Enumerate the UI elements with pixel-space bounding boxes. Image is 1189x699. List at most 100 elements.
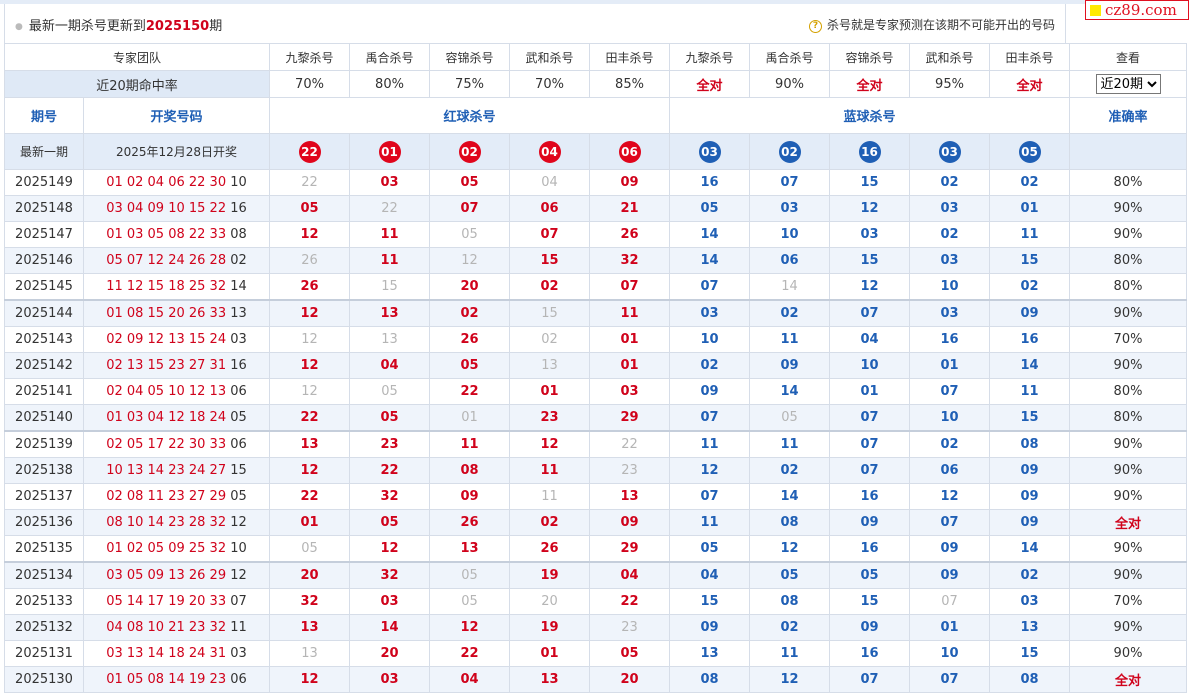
blue-kill-cell: 09 <box>989 483 1070 510</box>
hit-rate-label: 近20期命中率 <box>4 70 270 98</box>
red-kill-cell: 12 <box>349 535 430 563</box>
red-kill-cell: 22 <box>429 640 510 667</box>
table-row: 2025140 01 03 04 12 18 24 05 22 05 01 23 29 07 0… <box>4 404 1187 432</box>
blue-kill-cell: 07 <box>669 483 750 510</box>
blue-kill-cell: 07 <box>909 588 990 615</box>
red-kill-cell: 26 <box>269 247 350 274</box>
red-kill-cell: 20 <box>509 588 590 615</box>
blue-kill-cell: 06 <box>749 247 830 274</box>
issue-cell: 2025131 <box>4 640 84 667</box>
draw-numbers-cell: 01 02 04 06 22 30 10 <box>83 169 270 196</box>
blue-kill-cell: 07 <box>829 404 910 432</box>
red-kill-cell: 01 <box>589 326 670 353</box>
blue-kill-cell: 05 <box>749 404 830 432</box>
issue-cell: 2025134 <box>4 561 84 589</box>
blue-kill-cell: 03 <box>669 299 750 327</box>
red-kill-cell: 23 <box>589 457 670 484</box>
issue-cell: 2025130 <box>4 666 84 693</box>
red-draw-numbers: 01 05 08 14 19 23 <box>106 672 227 687</box>
blue-kill-cell: 14 <box>749 483 830 510</box>
issue-cell: 2025147 <box>4 221 84 248</box>
red-kill-cell: 21 <box>589 195 670 222</box>
accuracy-cell: 90% <box>1069 535 1187 563</box>
latest-issue-row: 最新一期 2025年12月28日开奖 22 01 02 04 06 03 02 16 03 05 <box>4 133 1187 170</box>
red-kill-cell: 07 <box>509 221 590 248</box>
accuracy-cell: 80% <box>1069 273 1187 301</box>
question-icon[interactable]: ? <box>808 20 822 33</box>
period-select[interactable]: 近20期 <box>1095 74 1161 94</box>
blue-draw-number: 14 <box>230 279 247 294</box>
expert-name: 禹合杀号 <box>749 43 830 71</box>
hit-rate-cell: 95% <box>909 70 990 98</box>
latest-update-text: ● 最新一期杀号更新到2025150期 <box>15 19 223 34</box>
red-kill-cell: 26 <box>269 273 350 301</box>
draw-numbers-cell: 05 14 17 19 20 33 07 <box>83 588 270 615</box>
red-kill-cell: 12 <box>269 666 350 693</box>
blue-kill-cell: 09 <box>989 299 1070 327</box>
table-row: 2025135 01 02 05 09 25 32 10 05 12 13 26 29 05 1… <box>4 535 1187 563</box>
blue-kill-cell: 15 <box>669 588 750 615</box>
draw-numbers-cell: 03 04 09 10 15 22 16 <box>83 195 270 222</box>
draw-numbers-cell: 08 10 14 23 28 32 12 <box>83 509 270 536</box>
blue-kill-cell: 02 <box>749 457 830 484</box>
red-kill-cell: 07 <box>429 195 510 222</box>
red-kill-cell: 22 <box>269 483 350 510</box>
red-kill-cell: 15 <box>509 247 590 274</box>
red-draw-numbers: 01 03 04 12 18 24 <box>106 410 227 425</box>
blue-kill-cell: 09 <box>829 509 910 536</box>
issue-cell: 2025138 <box>4 457 84 484</box>
blue-kill-cell: 10 <box>909 640 990 667</box>
blue-kill-cell: 07 <box>669 404 750 432</box>
draw-numbers-cell: 01 03 04 12 18 24 05 <box>83 404 270 432</box>
red-kill-cell: 26 <box>589 221 670 248</box>
table-row: 2025130 01 05 08 14 19 23 06 12 03 04 13 20 08 1… <box>4 666 1187 693</box>
blue-draw-number: 12 <box>230 568 247 583</box>
red-kill-cell: 05 <box>429 221 510 248</box>
latest-blue-kill-cell: 05 <box>989 133 1070 170</box>
site-logo[interactable]: cz89.com <box>1085 0 1189 20</box>
blue-kill-cell: 07 <box>909 378 990 405</box>
blue-kill-cell: 16 <box>989 326 1070 353</box>
blue-kill-cell: 10 <box>669 326 750 353</box>
blue-draw-number: 03 <box>230 332 247 347</box>
red-kill-cell: 02 <box>429 299 510 327</box>
blue-kill-cell: 03 <box>989 588 1070 615</box>
issue-cell: 2025145 <box>4 273 84 301</box>
view-label: 查看 <box>1069 43 1187 71</box>
expert-name: 武和杀号 <box>509 43 590 71</box>
draw-numbers-cell: 01 03 05 08 22 33 08 <box>83 221 270 248</box>
draw-numbers-cell: 02 05 17 22 30 33 06 <box>83 430 270 458</box>
draw-numbers-cell: 01 05 08 14 19 23 06 <box>83 666 270 693</box>
red-kill-cell: 20 <box>429 273 510 301</box>
red-draw-numbers: 05 07 12 24 26 28 <box>106 253 227 268</box>
red-kill-cell: 32 <box>349 483 430 510</box>
red-draw-numbers: 02 04 05 10 12 13 <box>106 384 227 399</box>
issue-cell: 2025139 <box>4 430 84 458</box>
red-ball: 02 <box>458 140 481 163</box>
red-kill-cell: 09 <box>589 509 670 536</box>
draw-numbers-cell: 03 13 14 18 24 31 03 <box>83 640 270 667</box>
red-kill-cell: 13 <box>349 299 430 327</box>
accuracy-cell: 90% <box>1069 561 1187 589</box>
table-row: 2025143 02 09 12 13 15 24 03 12 13 26 02 01 10 1… <box>4 326 1187 353</box>
accuracy-cell: 90% <box>1069 299 1187 327</box>
red-kill-cell: 29 <box>589 404 670 432</box>
red-kill-cell: 13 <box>509 666 590 693</box>
red-kill-cell: 07 <box>589 273 670 301</box>
expert-name: 田丰杀号 <box>589 43 670 71</box>
blue-kill-cell: 14 <box>669 221 750 248</box>
red-kill-cell: 01 <box>429 404 510 432</box>
red-kill-cell: 19 <box>509 614 590 641</box>
blue-kill-cell: 11 <box>669 430 750 458</box>
red-kill-cell: 13 <box>429 535 510 563</box>
blue-draw-number: 10 <box>230 541 247 556</box>
red-kill-cell: 13 <box>269 640 350 667</box>
blue-kill-cell: 07 <box>669 273 750 301</box>
red-kill-cell: 22 <box>589 588 670 615</box>
red-draw-numbers: 08 10 14 23 28 32 <box>106 515 227 530</box>
red-kill-cell: 01 <box>589 352 670 379</box>
red-kill-cell: 12 <box>269 326 350 353</box>
blue-draw-number: 12 <box>230 515 247 530</box>
red-ball: 22 <box>298 140 321 163</box>
red-kill-cell: 09 <box>589 169 670 196</box>
